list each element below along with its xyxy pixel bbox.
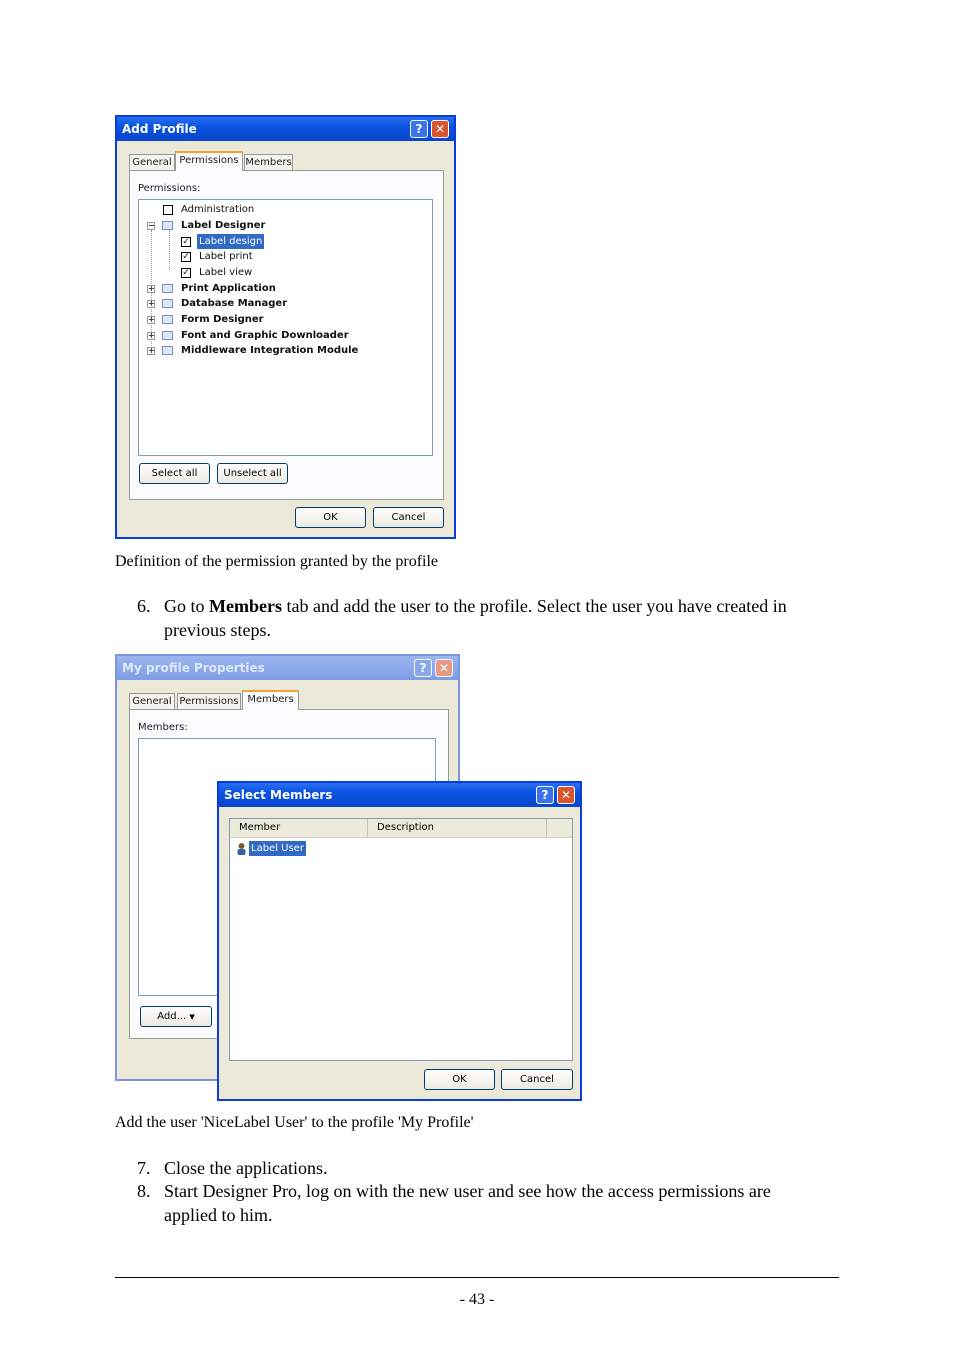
step-number: 6. [137,596,151,616]
module-icon [162,331,173,340]
step-number: 8. [137,1181,151,1201]
tree-item-label: Label view [199,267,253,278]
expand-icon[interactable]: + [147,285,155,293]
members-label: Members: [138,722,188,733]
select-members-titlebar[interactable]: Select Members [219,783,580,807]
members-listview[interactable]: Member Description Label User [229,818,573,1061]
footer-rule [115,1277,839,1278]
step-bold-text: Members [209,596,282,616]
permissions-tree[interactable]: Administration − Label Designer ✓ Label … [138,199,433,456]
tab-permissions[interactable]: Permissions [177,693,241,710]
tab-general[interactable]: General [129,693,175,710]
help-icon: ? [541,788,549,802]
module-icon [162,299,173,308]
select-members-title: Select Members [224,788,333,802]
expand-icon[interactable]: + [147,347,155,355]
collapse-icon[interactable]: − [147,222,155,230]
checkbox-checked[interactable]: ✓ [181,237,191,247]
tree-item-label: Administration [181,204,255,215]
checkbox-checked[interactable]: ✓ [181,268,191,278]
checkbox-checked[interactable]: ✓ [181,252,191,262]
ok-button[interactable]: OK [295,507,366,528]
module-icon [162,315,173,324]
tree-item-label: Font and Graphic Downloader [181,330,349,341]
select-members-dialog: Select Members ? ✕ Member Description La… [217,781,582,1101]
tab-label: Permissions [179,155,239,166]
tab-permissions[interactable]: Permissions [175,151,243,171]
tab-members[interactable]: Members [242,690,299,710]
tree-item-label: Label print [199,251,253,262]
tab-label: General [132,696,172,707]
add-member-button[interactable]: Add... ▼ [140,1006,212,1027]
column-header-label: Member [239,822,281,833]
unselect-all-button[interactable]: Unselect all [217,463,288,484]
cancel-button[interactable]: Cancel [373,507,444,528]
tree-item-label: Print Application [181,283,276,294]
tree-line [169,230,170,270]
profile-properties-titlebar[interactable]: My profile Properties [117,656,458,680]
list-header: Member Description [230,819,572,838]
step-7-text: Close the applications. [164,1158,328,1178]
figure-caption-1: Definition of the permission granted by … [115,553,439,570]
user-icon [237,843,246,855]
column-header-label: Description [377,822,434,833]
select-all-button[interactable]: Select all [139,463,210,484]
close-icon: ✕ [434,122,446,136]
permissions-label: Permissions: [138,183,201,194]
module-icon [162,284,173,293]
help-button[interactable]: ? [410,120,428,138]
ok-button[interactable]: OK [424,1069,495,1090]
help-icon: ? [415,122,423,136]
module-icon [162,346,173,355]
add-button-label: Add... [157,1011,187,1022]
profile-properties-title: My profile Properties [122,661,265,675]
member-name: Label User [249,841,306,856]
module-icon [162,221,173,230]
tab-members[interactable]: Members [244,154,293,171]
add-profile-dialog: Add Profile ? ✕ General Permissions Memb… [115,115,456,539]
column-header-description[interactable]: Description [369,819,547,837]
checkbox[interactable] [163,205,173,215]
tab-label: General [132,157,172,168]
step-text: Go to [164,596,209,616]
step-8-text: Start Designer Pro, log on with the new … [164,1181,771,1225]
tab-general[interactable]: General [129,154,175,171]
close-button[interactable]: ✕ [431,120,449,138]
expand-icon[interactable]: + [147,300,155,308]
expand-icon[interactable]: + [147,316,155,324]
tree-item-label: Label Designer [181,220,266,231]
close-icon: ✕ [560,788,572,802]
cancel-button[interactable]: Cancel [501,1069,573,1090]
add-profile-title: Add Profile [122,122,197,136]
tab-label: Permissions [179,696,239,707]
help-button[interactable]: ? [414,659,432,677]
step-6-text: Go to Members tab and add the user to th… [164,594,824,642]
expand-icon[interactable]: + [147,332,155,340]
page-number: - 43 - [459,1291,495,1308]
tree-item-label: Label design [197,234,265,249]
dropdown-arrow-icon: ▼ [189,1013,195,1021]
close-button[interactable]: ✕ [557,786,575,804]
tree-item-label: Middleware Integration Module [181,345,359,356]
add-profile-titlebar[interactable]: Add Profile [117,117,454,141]
tree-item-label: Form Designer [181,314,264,325]
tab-label: Members [247,694,294,705]
close-icon: ✕ [438,661,450,675]
tab-label: Members [245,157,292,168]
help-button[interactable]: ? [536,786,554,804]
close-button[interactable]: ✕ [435,659,453,677]
step-number: 7. [137,1158,151,1178]
tree-item-label: Database Manager [181,298,288,309]
figure-caption-2: Add the user 'NiceLabel User' to the pro… [115,1114,474,1131]
help-icon: ? [419,661,427,675]
column-header-member[interactable]: Member [230,819,368,837]
